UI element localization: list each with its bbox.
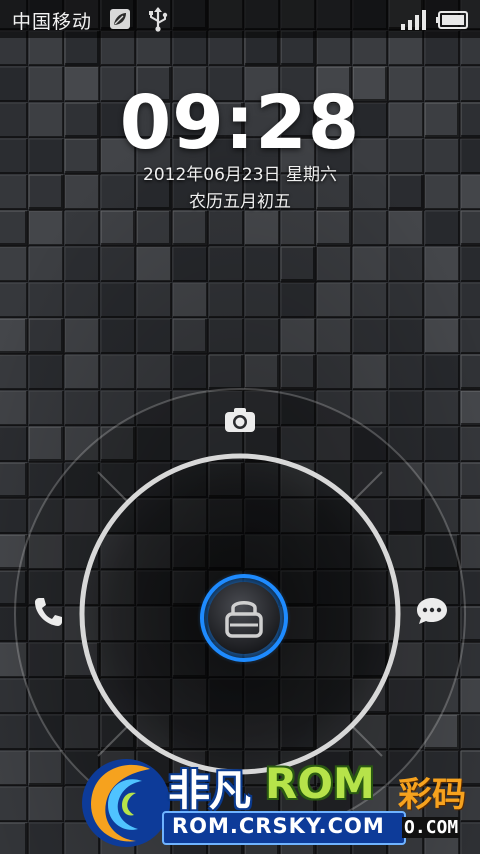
status-bar: 中国移动	[0, 0, 480, 38]
camera-icon[interactable]	[224, 406, 256, 434]
usb-icon	[149, 7, 168, 32]
lockscreen-lunar-date: 农历五月初五	[189, 192, 291, 212]
battery-icon	[436, 11, 468, 29]
message-icon[interactable]	[416, 596, 448, 626]
phone-icon[interactable]	[33, 596, 63, 628]
carrier-name: 中国移动	[12, 11, 93, 33]
watermark-url-tail: O.COM	[402, 817, 461, 838]
watermark-brand-side: 彩码	[398, 775, 466, 815]
leaf-notification-icon	[110, 9, 130, 29]
lockscreen-date: 2012年06月23日 星期六	[143, 165, 337, 185]
signal-icon	[401, 10, 426, 30]
lockscreen-clock: 09:28	[119, 80, 361, 166]
watermark-brand-cn: 非凡	[168, 766, 251, 815]
lock-handle[interactable]	[196, 570, 292, 666]
watermark-brand-rom: ROM	[265, 759, 375, 808]
watermark: 非凡 ROM 彩码 ROM.CRSKY.COM O.COM	[80, 745, 480, 854]
watermark-url: ROM.CRSKY.COM	[172, 814, 385, 838]
